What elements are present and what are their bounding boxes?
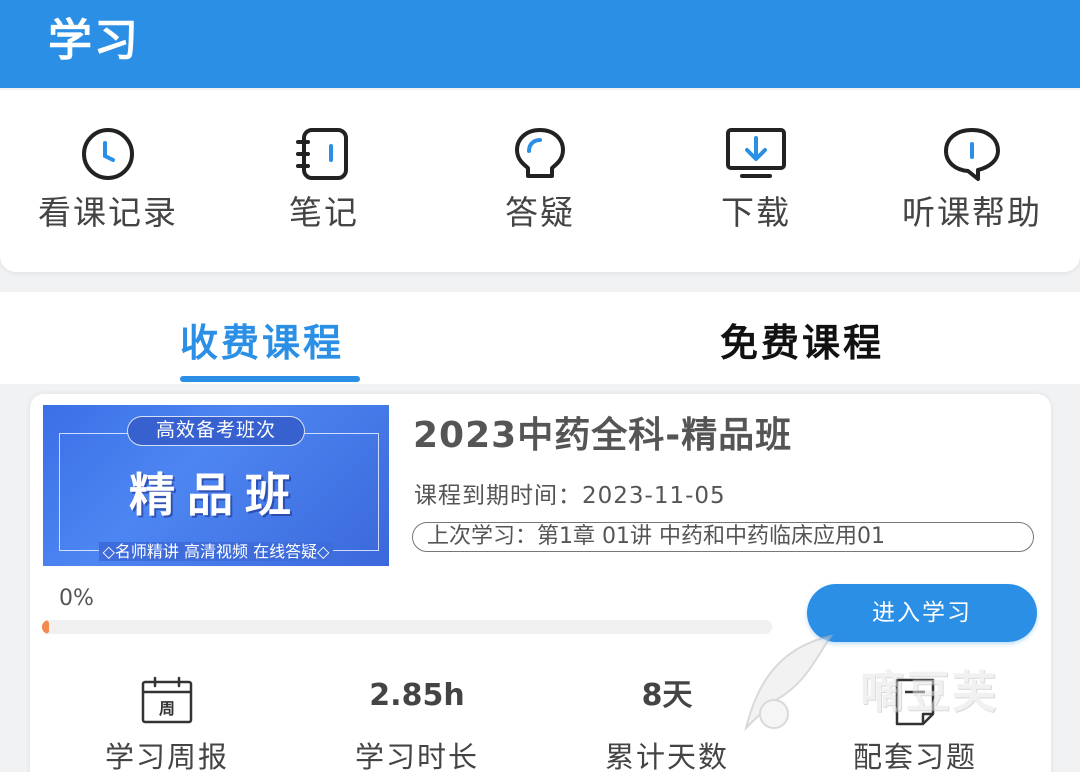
stat-label: 配套习题 bbox=[852, 740, 977, 772]
cover-sub-text: ◇名师精讲 高清视频 在线答疑◇ bbox=[43, 538, 389, 562]
qa-bulb-icon bbox=[515, 128, 565, 178]
course-cover-image[interactable]: 高效备考班次 精品班 ◇名师精讲 高清视频 在线答疑◇ bbox=[43, 405, 389, 566]
cover-sub-text-label: ◇名师精讲 高清视频 在线答疑◇ bbox=[98, 542, 334, 561]
stat-label: 学习时长 bbox=[354, 740, 479, 772]
quick-item-label: 看课记录 bbox=[38, 193, 178, 232]
help-chat-icon bbox=[944, 128, 1000, 181]
weekly-report-button[interactable]: 周 学习周报 bbox=[42, 676, 292, 772]
stat-value: 2.85h bbox=[369, 678, 465, 713]
page-title: 学习 bbox=[48, 15, 140, 66]
stat-value: 8天 bbox=[641, 678, 693, 713]
tab-free-courses[interactable]: 免费课程 bbox=[720, 312, 884, 367]
course-card: 高效备考班次 精品班 ◇名师精讲 高清视频 在线答疑◇ 2023中药全科-精品班… bbox=[30, 394, 1051, 772]
clock-icon bbox=[82, 128, 134, 180]
last-study-link[interactable]: 上次学习：第1章 01讲 中药和中药临床应用01 bbox=[412, 522, 1034, 552]
progress-bar bbox=[42, 620, 772, 634]
quick-item-label: 笔记 bbox=[289, 193, 359, 232]
notebook-icon bbox=[296, 128, 348, 180]
stat-label: 累计天数 bbox=[604, 740, 729, 772]
notes-button[interactable]: 笔记 bbox=[216, 90, 432, 272]
watch-history-button[interactable]: 看课记录 bbox=[0, 90, 216, 272]
quick-item-label: 下载 bbox=[721, 193, 791, 232]
cover-main-text: 精品班 bbox=[129, 468, 303, 522]
download-button[interactable]: 下载 bbox=[648, 90, 864, 272]
progress-fill bbox=[42, 620, 49, 634]
weekly-calendar-icon: 周 bbox=[141, 676, 193, 724]
calendar-week-glyph: 周 bbox=[159, 699, 175, 718]
quick-actions-panel: 看课记录 笔记 答疑 下载 听课帮助 bbox=[0, 90, 1080, 272]
tab-paid-courses[interactable]: 收费课程 bbox=[180, 312, 344, 367]
progress-percent: 0% bbox=[59, 586, 94, 611]
total-days-stat: 8天 累计天数 bbox=[542, 676, 792, 772]
exercises-button[interactable]: 配套习题 bbox=[790, 676, 1040, 772]
study-duration-stat: 2.85h 学习时长 bbox=[292, 676, 542, 772]
course-expire-date: 课程到期时间：2023-11-05 bbox=[414, 483, 726, 509]
lecture-help-button[interactable]: 听课帮助 bbox=[864, 90, 1080, 272]
app-header: 学习 bbox=[0, 0, 1080, 88]
active-tab-indicator bbox=[180, 376, 360, 382]
qa-button[interactable]: 答疑 bbox=[432, 90, 648, 272]
stat-label: 学习周报 bbox=[104, 740, 229, 772]
enter-study-button[interactable]: 进入学习 bbox=[807, 584, 1037, 642]
quick-item-label: 听课帮助 bbox=[902, 193, 1042, 232]
course-tabs: 收费课程 免费课程 bbox=[0, 292, 1080, 384]
quick-item-label: 答疑 bbox=[505, 193, 575, 232]
cover-top-text: 高效备考班次 bbox=[127, 416, 305, 446]
download-icon bbox=[726, 128, 786, 178]
course-title: 2023中药全科-精品班 bbox=[413, 415, 793, 456]
exercise-doc-icon bbox=[895, 678, 935, 726]
